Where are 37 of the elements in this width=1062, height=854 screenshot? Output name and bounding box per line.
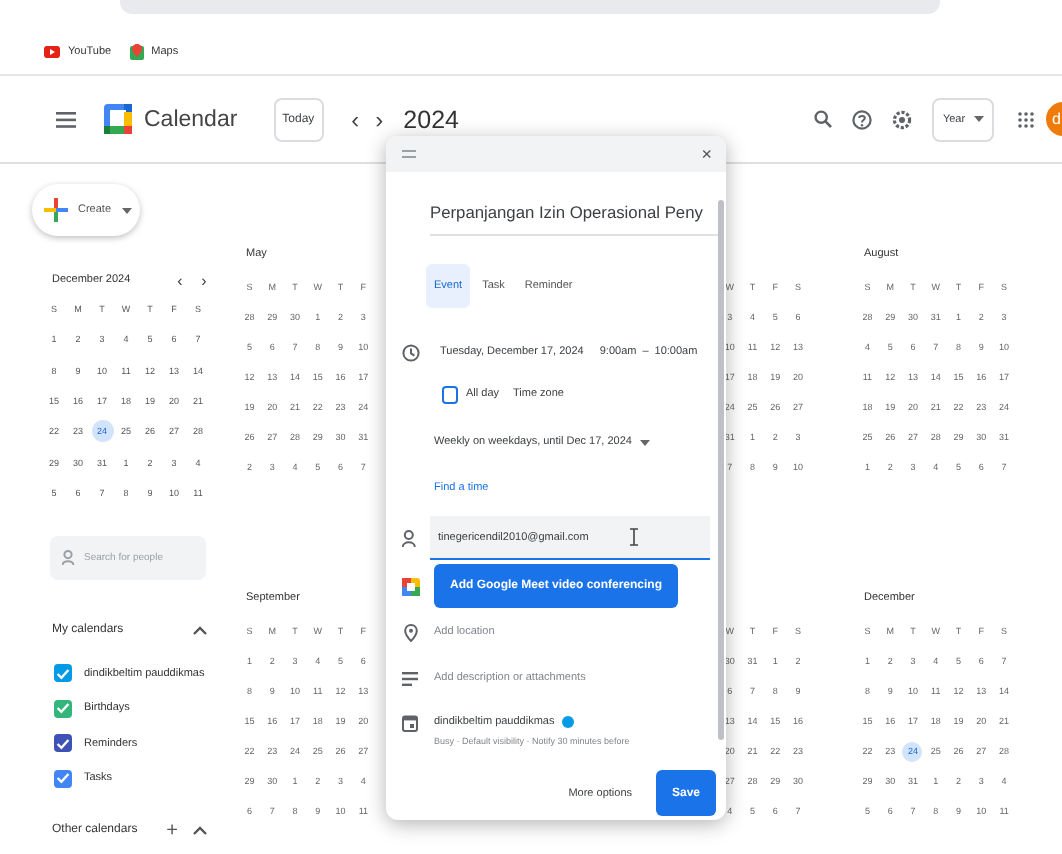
settings-icon[interactable] [892,109,912,129]
menu-icon[interactable] [56,111,76,127]
map-pin-icon [129,43,144,59]
previous-month-button[interactable]: ‹ [168,271,192,289]
clock-icon [401,343,419,361]
app-title: Calendar [144,107,238,131]
scrollbar[interactable] [718,200,724,740]
text-cursor-icon [630,528,638,546]
calendar-checkbox[interactable] [54,664,72,683]
close-button[interactable]: × [701,144,712,164]
apps-grid-icon[interactable] [1018,111,1034,127]
drag-handle-icon[interactable] [402,150,416,158]
caret-icon [973,116,984,122]
video-icon [44,45,60,57]
text-lines-icon [402,671,418,685]
chevron-icon[interactable] [192,824,208,837]
plus-icon [44,198,68,222]
period-title: 2024 [403,105,459,133]
help-icon[interactable] [852,109,872,129]
location-pin-icon [403,623,417,641]
calendar-checkbox[interactable] [54,699,72,718]
people-icon [62,550,78,567]
people-icon [401,529,419,547]
next-month-button[interactable]: › [192,271,216,289]
previous-button[interactable]: ‹ [343,105,368,133]
calendar-checkbox[interactable] [54,769,72,788]
calendar-icon [402,714,418,732]
calendar-logo-icon [104,104,132,134]
chevron-icon[interactable] [192,624,208,637]
next-button[interactable]: › [367,105,392,133]
caret-icon [639,439,650,445]
video-camera-icon [401,577,419,595]
add-button[interactable]: + [166,819,178,842]
calendar-checkbox[interactable] [54,734,72,753]
caret-icon [121,207,132,213]
search-icon[interactable] [814,110,832,128]
all-day-checkbox[interactable] [442,385,458,403]
